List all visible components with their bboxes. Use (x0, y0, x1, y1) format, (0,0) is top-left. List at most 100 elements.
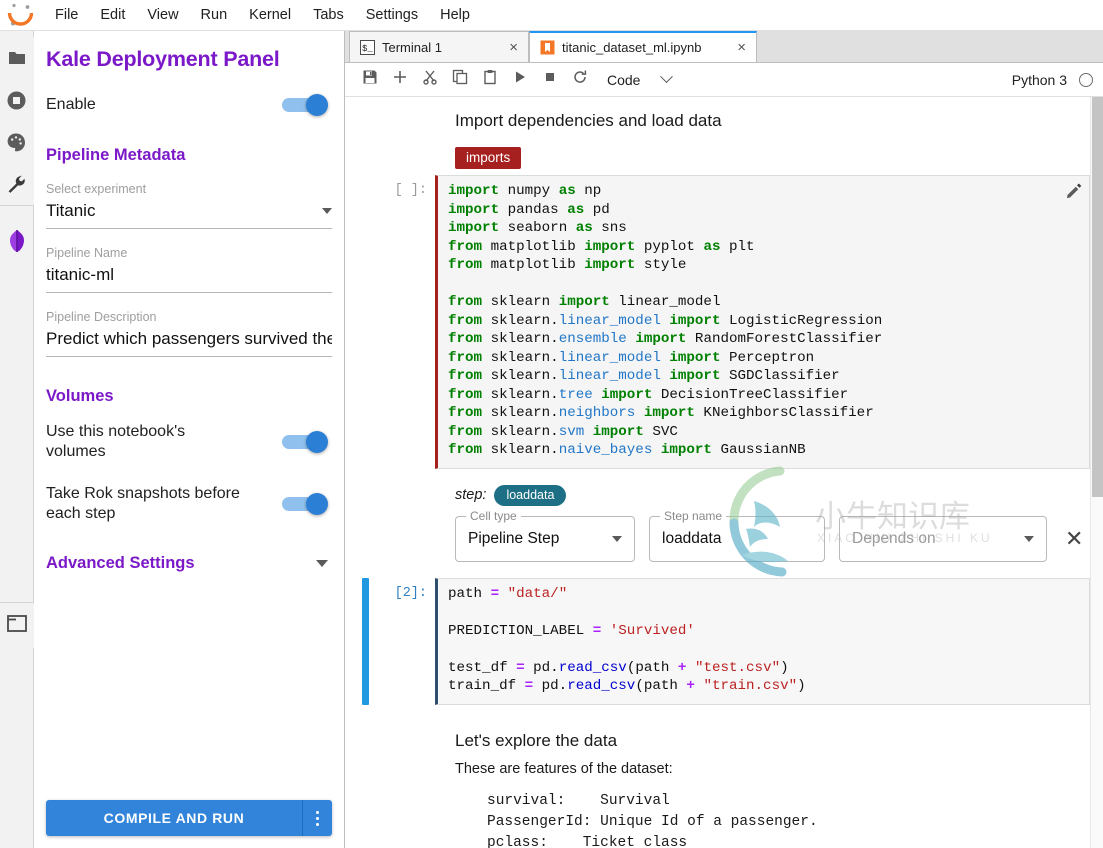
notebook-toolbar: Code Python 3 (345, 63, 1103, 97)
pipeline-name-control[interactable]: titanic-ml (46, 261, 332, 293)
enable-row: Enable (34, 94, 344, 116)
close-icon[interactable]: ✕ (1061, 527, 1087, 550)
markdown-paragraph-features: These are features of the dataset: (455, 760, 673, 777)
toggle-knob (306, 94, 328, 116)
menu-kernel[interactable]: Kernel (238, 4, 302, 26)
left-sidebar-rail (0, 31, 34, 848)
main-dock-area: $_ Terminal 1 × titanic_dataset_ml.ipynb (345, 31, 1103, 848)
menu-bar: File Edit View Run Kernel Tabs Settings … (0, 0, 1103, 31)
pipeline-name-label: Pipeline Name (46, 246, 128, 260)
cell-type-select[interactable]: Code (607, 70, 674, 88)
kale-logo-icon (7, 229, 27, 253)
cell-type-value: Code (607, 71, 641, 88)
interrupt-button[interactable] (535, 66, 565, 94)
rok-snapshots-toggle[interactable] (282, 493, 328, 515)
menu-settings[interactable]: Settings (355, 4, 429, 26)
menu-help[interactable]: Help (429, 4, 481, 26)
svg-text:$_: $_ (362, 44, 373, 54)
kernel-idle-circle-icon[interactable] (1079, 72, 1093, 87)
save-icon (362, 69, 378, 90)
compile-and-run-button[interactable]: COMPILE AND RUN (46, 800, 302, 836)
kale-panel-scroll: Kale Deployment Panel Enable Pipeline Me… (34, 31, 344, 790)
clipboard-icon (482, 69, 498, 90)
select-experiment-label: Select experiment (46, 182, 147, 196)
field-pipeline-name: Pipeline Name titanic-ml (34, 245, 344, 293)
sidebar-item-kale-panel[interactable] (0, 220, 34, 262)
notebook-cells: Import dependencies and load data import… (345, 97, 1090, 848)
menu-tabs[interactable]: Tabs (302, 4, 355, 26)
menu-file[interactable]: File (44, 4, 89, 26)
code-text: path = "data/" PREDICTION_LABEL = 'Survi… (448, 585, 806, 695)
menu-view[interactable]: View (136, 4, 189, 26)
page-title: Kale Deployment Panel (46, 47, 280, 71)
save-button[interactable] (355, 66, 385, 94)
close-icon[interactable]: × (735, 40, 748, 55)
pipeline-description-input[interactable]: Predict which passengers survived the (46, 327, 332, 351)
markdown-features-list: survival: Survival PassengerId: Unique I… (487, 792, 818, 848)
section-advanced-settings[interactable]: Advanced Settings (34, 554, 344, 573)
copy-icon (452, 69, 468, 90)
menu-edit[interactable]: Edit (89, 4, 136, 26)
kernel-name: Python 3 (1011, 71, 1067, 88)
window-icon (6, 614, 27, 637)
markdown-heading-explore: Let's explore the data (455, 730, 618, 750)
section-volumes: Volumes (46, 387, 114, 405)
play-icon (513, 70, 527, 89)
copy-button[interactable] (445, 66, 475, 94)
pipeline-name-input[interactable]: titanic-ml (46, 263, 114, 287)
tab-titanic-notebook[interactable]: titanic_dataset_ml.ipynb × (529, 31, 757, 62)
more-vertical-icon[interactable] (302, 800, 332, 836)
code-editor-imports[interactable]: import numpy as np import pandas as pd i… (435, 175, 1090, 469)
run-button[interactable] (505, 66, 535, 94)
terminal-icon: $_ (360, 39, 375, 55)
kale-panel-footer: COMPILE AND RUN (34, 790, 344, 848)
close-icon[interactable]: × (507, 40, 520, 55)
menu-run[interactable]: Run (190, 4, 239, 26)
compile-and-run-group: COMPILE AND RUN (46, 800, 332, 836)
sidebar-item-command-palette[interactable] (0, 121, 34, 163)
select-experiment-control[interactable]: Titanic (46, 197, 332, 229)
code-editor-loaddata[interactable]: path = "data/" PREDICTION_LABEL = 'Survi… (435, 577, 1090, 705)
depends-on-placeholder: Depends on (852, 529, 936, 547)
cut-button[interactable] (415, 66, 445, 94)
rok-snapshots-label: Take Rok snapshots before each step (46, 485, 240, 522)
step-name-input[interactable]: loaddata (662, 530, 721, 548)
cell-type-field[interactable]: Cell type Pipeline Step (455, 508, 635, 562)
step-badge-row: step: loaddata (455, 484, 1090, 506)
tab-label: Terminal 1 (382, 39, 442, 55)
enable-toggle[interactable] (282, 94, 328, 116)
jupyter-logo-icon (6, 2, 36, 28)
pencil-icon[interactable] (1065, 182, 1083, 200)
depends-on-field[interactable]: Depends on (839, 515, 1047, 562)
chevron-down-icon (322, 208, 332, 214)
sidebar-item-open-tabs[interactable] (0, 602, 34, 648)
field-select-experiment: Select experiment Titanic (34, 181, 344, 229)
sidebar-item-file-browser[interactable] (0, 37, 34, 79)
tab-label: titanic_dataset_ml.ipynb (562, 40, 702, 55)
sidebar-item-property-inspector[interactable] (0, 163, 34, 205)
notebook-scrollbar[interactable] (1090, 97, 1103, 848)
toggle-knob (306, 493, 328, 515)
use-notebook-volumes-label: Use this notebook's volumes (46, 423, 186, 460)
cell-type-value: Pipeline Step (468, 529, 560, 547)
cell-tag-imports[interactable]: imports (455, 147, 522, 169)
step-name-field[interactable]: Step name loaddata (649, 508, 825, 562)
paste-button[interactable] (475, 66, 505, 94)
section-pipeline-metadata: Pipeline Metadata (46, 146, 186, 164)
scrollbar-thumb[interactable] (1092, 97, 1103, 497)
restart-button[interactable] (565, 66, 595, 94)
pipeline-description-label: Pipeline Description (46, 310, 157, 324)
insert-cell-button[interactable] (385, 66, 415, 94)
sidebar-item-running-terminals[interactable] (0, 79, 34, 121)
pipeline-description-control[interactable]: Predict which passengers survived the (46, 325, 332, 357)
step-name-pill[interactable]: loaddata (494, 484, 567, 506)
select-experiment-value: Titanic (46, 201, 96, 220)
chevron-down-icon (612, 535, 622, 542)
cell-select-bar (362, 577, 369, 705)
palette-icon (6, 132, 27, 152)
cell-type-legend: Cell type (466, 508, 521, 523)
tab-terminal-1[interactable]: $_ Terminal 1 × (349, 31, 529, 62)
use-notebook-volumes-toggle[interactable] (282, 431, 328, 453)
code-text: import numpy as np import pandas as pd i… (448, 183, 883, 458)
cell-prompt: [ ]: (394, 183, 427, 198)
